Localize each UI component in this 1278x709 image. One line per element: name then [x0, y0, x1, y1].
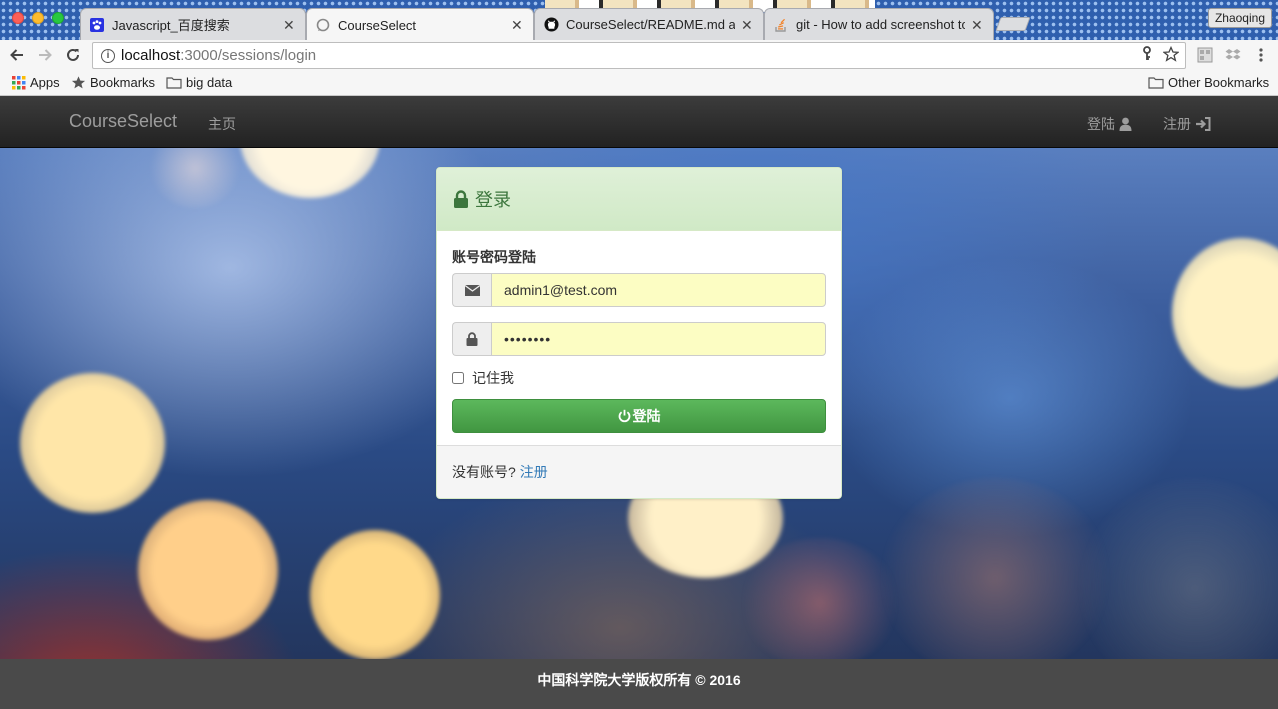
close-icon[interactable]: ✕ [971, 18, 983, 32]
bokeh-light [20, 373, 165, 513]
browser-tab-courseselect[interactable]: CourseSelect ✕ [306, 8, 534, 40]
url-path: :3000/sessions/login [180, 47, 317, 64]
login-form: 账号密码登陆 记住我 登陆 [437, 231, 841, 433]
tab-title: CourseSelect/README.md at [566, 17, 735, 32]
password-field[interactable] [491, 322, 826, 356]
tab-title: git - How to add screenshot to [796, 17, 965, 32]
tab-title: Javascript_百度搜索 [112, 18, 230, 33]
folder-icon [166, 77, 182, 89]
browser-tab-baidu[interactable]: Javascript_百度搜索 ✕ [80, 8, 306, 40]
login-submit-label: 登陆 [632, 408, 661, 424]
bokeh-light [1080, 478, 1278, 659]
email-input-group [452, 273, 826, 307]
profile-button[interactable]: Zhaoqing [1207, 8, 1272, 28]
close-icon[interactable]: ✕ [741, 18, 753, 32]
browser-tab-stackoverflow[interactable]: git - How to add screenshot to ✕ [764, 8, 994, 40]
url-host: localhost [121, 47, 181, 64]
bookmark-label: Other Bookmarks [1168, 75, 1270, 90]
bookmark-label: Apps [30, 75, 60, 90]
nav-home-link[interactable]: 主页 [208, 114, 236, 134]
login-submit-button[interactable]: 登陆 [452, 399, 826, 433]
bokeh-light [740, 538, 900, 659]
bokeh-light [138, 500, 278, 640]
back-button[interactable] [6, 44, 28, 66]
nav-login-link[interactable]: 登陆 [1087, 114, 1132, 134]
lock-icon [454, 190, 468, 208]
copyright-text: 中国科学院大学版权所有 © 2016 [537, 672, 741, 688]
bookmark-other[interactable]: Other Bookmarks [1148, 75, 1269, 90]
new-tab-button[interactable] [995, 17, 1031, 31]
bookmark-label: Bookmarks [90, 75, 156, 90]
folder-icon [1148, 77, 1164, 89]
address-bar[interactable]: i localhost:3000/sessions/login [92, 42, 1186, 69]
github-icon [543, 17, 559, 33]
register-link[interactable]: 注册 [520, 462, 548, 482]
nav-login-label: 登陆 [1087, 116, 1115, 132]
login-panel-heading: 登录 [437, 168, 841, 231]
site-navbar: CourseSelect 主页 登陆 注册 [0, 96, 1278, 148]
nav-register-link[interactable]: 注册 [1163, 114, 1211, 134]
star-icon[interactable] [1163, 46, 1179, 62]
apps-grid-icon [12, 75, 26, 89]
loading-icon [315, 17, 331, 33]
remember-me-row[interactable]: 记住我 [452, 368, 826, 388]
bokeh-light [310, 530, 440, 659]
arrow-right-icon [39, 49, 52, 61]
login-panel: 登录 账号密码登陆 记住我 登陆 没有账号? 注册 [436, 167, 842, 499]
brand-link[interactable]: CourseSelect [69, 111, 177, 132]
menu-kebab-icon[interactable] [1252, 46, 1270, 64]
site-footer: 中国科学院大学版权所有 © 2016 [0, 659, 1278, 709]
envelope-icon [452, 273, 491, 307]
lock-icon [452, 322, 491, 356]
qr-extension-icon[interactable] [1196, 46, 1214, 64]
close-icon[interactable]: ✕ [511, 18, 523, 32]
close-window-button[interactable] [12, 12, 24, 24]
maximize-window-button[interactable] [52, 12, 64, 24]
bokeh-light [150, 148, 240, 208]
bookmark-folder-big-data[interactable]: big data [166, 75, 232, 90]
browser-tab-github[interactable]: CourseSelect/README.md at ✕ [534, 8, 764, 40]
nav-register-label: 注册 [1163, 116, 1191, 132]
bookmarks-bar: Apps Bookmarks big data Other Bookmarks [0, 71, 1278, 96]
login-section-label: 账号密码登陆 [452, 249, 536, 265]
tab-title: CourseSelect [338, 17, 417, 33]
paw-icon [89, 17, 105, 33]
login-panel-title: 登录 [475, 190, 511, 210]
browser-toolbar: i localhost:3000/sessions/login [0, 40, 1278, 71]
dropbox-icon[interactable] [1224, 46, 1242, 64]
bokeh-light [1172, 238, 1278, 388]
forward-button[interactable] [34, 44, 56, 66]
bookmark-bookmarks[interactable]: Bookmarks [71, 75, 155, 90]
star-icon [71, 76, 86, 89]
no-account-prompt: 没有账号? [452, 464, 516, 480]
reload-icon [67, 48, 79, 61]
minimize-window-button[interactable] [32, 12, 44, 24]
login-panel-footer: 没有账号? 注册 [437, 445, 841, 498]
bookmark-apps[interactable]: Apps [12, 75, 60, 90]
user-icon [1119, 117, 1132, 131]
stackoverflow-icon [773, 17, 789, 33]
arrow-left-icon [10, 49, 23, 61]
browser-tab-strip: Javascript_百度搜索 ✕ CourseSelect ✕ CourseS… [0, 0, 1278, 40]
power-icon [618, 409, 630, 423]
email-field[interactable] [491, 273, 826, 307]
key-icon[interactable] [1141, 46, 1153, 62]
info-icon[interactable]: i [101, 48, 115, 63]
password-input-group [452, 322, 826, 356]
log-in-icon [1196, 117, 1211, 131]
bookmark-label: big data [186, 75, 233, 90]
bokeh-light [240, 148, 380, 198]
remember-me-label: 记住我 [472, 370, 514, 386]
bokeh-light [880, 478, 1110, 659]
remember-me-checkbox[interactable] [452, 372, 464, 384]
reload-button[interactable] [62, 44, 84, 66]
close-icon[interactable]: ✕ [283, 18, 295, 32]
